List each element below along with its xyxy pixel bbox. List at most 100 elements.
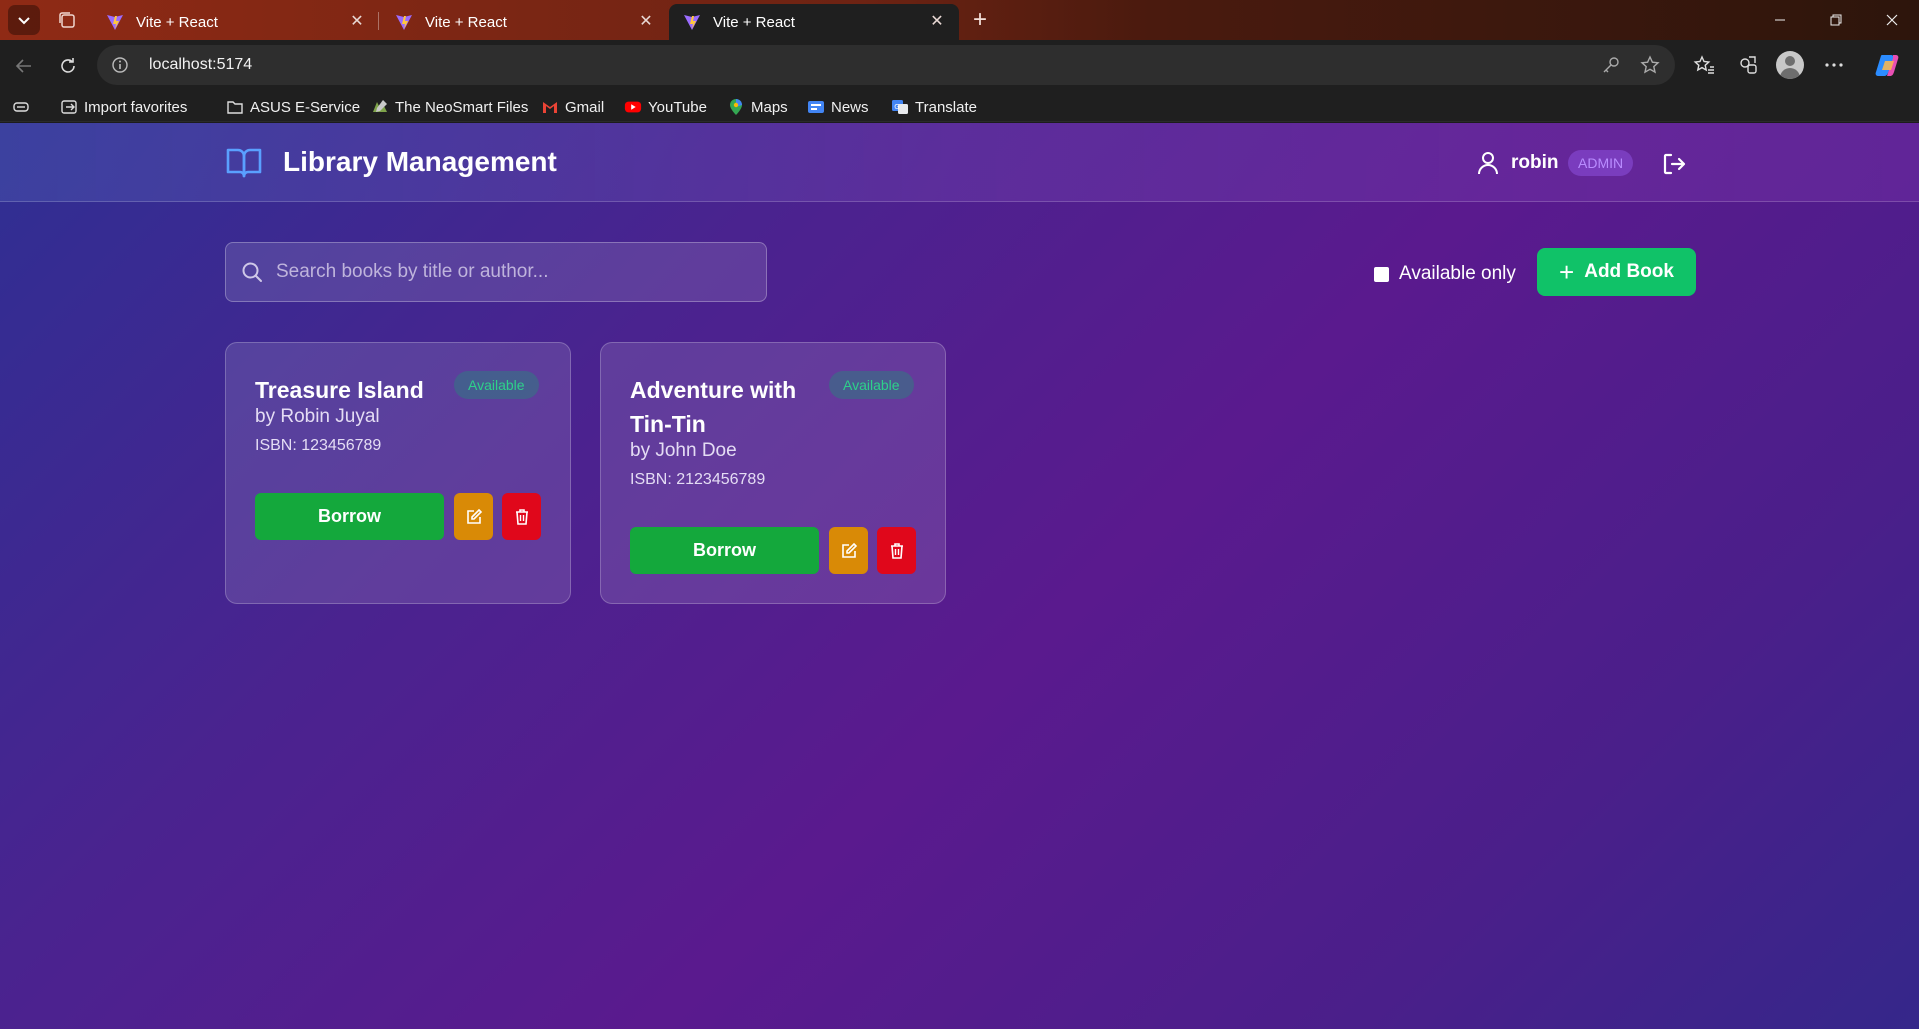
- edit-book-button[interactable]: [829, 527, 868, 574]
- borrow-button[interactable]: Borrow: [255, 493, 444, 540]
- bookmark-news[interactable]: News: [807, 96, 869, 118]
- address-bar[interactable]: localhost:5174: [97, 45, 1675, 85]
- user-icon: [1478, 152, 1498, 175]
- news-icon: [807, 98, 825, 116]
- reload-button[interactable]: [52, 50, 84, 82]
- bookmark-label: The NeoSmart Files: [395, 98, 529, 116]
- favorites-button[interactable]: [1692, 53, 1716, 77]
- bookmark-maps[interactable]: Maps: [727, 96, 788, 118]
- neosmart-icon: [371, 98, 389, 116]
- folder-icon: [226, 98, 244, 116]
- book-title: Adventure with Tin-Tin: [630, 377, 797, 437]
- available-only-label: Available only: [1399, 263, 1516, 284]
- tabs-icon: [59, 12, 75, 28]
- book-isbn: ISBN: 2123456789: [630, 471, 766, 488]
- reload-icon: [61, 58, 75, 73]
- edit-icon: [841, 542, 857, 558]
- availability-badge: Available: [829, 371, 914, 399]
- search-icon: [242, 262, 262, 282]
- tab-strip: Vite + React ✕ Vite + React ✕ Vite + Rea…: [0, 0, 1919, 40]
- vite-icon: [684, 15, 700, 30]
- settings-more-button[interactable]: [1822, 53, 1846, 77]
- close-tab-icon[interactable]: ✕: [349, 14, 365, 30]
- available-only-checkbox[interactable]: [1374, 266, 1389, 282]
- book-card: Adventure with Tin-Tin Available by John…: [600, 342, 946, 604]
- bookmark-label: ASUS E-Service: [250, 98, 361, 116]
- new-tab-button[interactable]: +: [966, 6, 994, 34]
- tab-title: Vite + React: [713, 13, 795, 31]
- delete-book-button[interactable]: [877, 527, 916, 574]
- more-horizontal-icon: [1825, 63, 1843, 67]
- borrow-button[interactable]: Borrow: [630, 527, 819, 574]
- star-icon[interactable]: [1640, 55, 1660, 75]
- edit-icon: [466, 508, 482, 524]
- translate-icon: G: [891, 98, 909, 116]
- available-only-filter[interactable]: Available only: [1374, 263, 1516, 285]
- favorites-bar-toggle[interactable]: [12, 96, 36, 118]
- collections-button[interactable]: [1736, 53, 1760, 77]
- delete-book-button[interactable]: [502, 493, 541, 540]
- close-icon: [1886, 14, 1898, 26]
- close-window-button[interactable]: [1864, 0, 1919, 40]
- trash-icon: [515, 508, 528, 525]
- minimize-button[interactable]: [1752, 0, 1808, 40]
- bookmark-label: Gmail: [565, 98, 605, 116]
- url-text: localhost:5174: [149, 56, 253, 73]
- book-author: by Robin Juyal: [255, 406, 380, 427]
- bookmark-import-favorites[interactable]: Import favorites: [60, 96, 187, 118]
- restore-button[interactable]: [1808, 0, 1864, 40]
- book-card: Treasure Island Available by Robin Juyal…: [225, 342, 571, 604]
- search-input[interactable]: [276, 261, 756, 283]
- minimize-icon: [1775, 19, 1785, 21]
- browser-toolbar: localhost:5174: [0, 40, 1919, 90]
- favorites-bar-icon: [12, 98, 30, 116]
- browser-tab-2[interactable]: Vite + React ✕: [381, 4, 668, 40]
- bookmark-label: Import favorites: [84, 98, 188, 116]
- add-book-label: Add Book: [1584, 261, 1674, 282]
- bookmark-label: Maps: [751, 98, 788, 116]
- restore-icon: [1830, 14, 1842, 26]
- page-viewport: Library Management robin ADMIN Available…: [0, 123, 1919, 1029]
- bookmark-asus-e-service[interactable]: ASUS E-Service: [226, 96, 360, 118]
- logout-icon[interactable]: [1661, 151, 1687, 177]
- app-header: Library Management robin ADMIN: [0, 123, 1919, 202]
- bookmark-translate[interactable]: G Translate: [891, 96, 977, 118]
- role-badge: ADMIN: [1568, 150, 1634, 176]
- gmail-icon: [541, 98, 559, 116]
- close-tab-icon[interactable]: ✕: [929, 14, 945, 30]
- site-info-icon[interactable]: [111, 56, 129, 74]
- bookmark-gmail[interactable]: Gmail: [541, 96, 604, 118]
- app-title: Library Management: [283, 146, 557, 177]
- key-icon[interactable]: [1601, 55, 1621, 75]
- edit-book-button[interactable]: [454, 493, 493, 540]
- vite-icon: [396, 15, 412, 30]
- workspaces-button[interactable]: [52, 5, 82, 35]
- svg-text:G: G: [894, 103, 899, 111]
- add-book-button[interactable]: + Add Book: [1537, 248, 1696, 296]
- import-icon: [60, 98, 78, 116]
- youtube-icon: [624, 98, 642, 116]
- back-button[interactable]: [8, 50, 40, 82]
- copilot-icon: [1875, 55, 1899, 76]
- chevron-down-icon: [18, 17, 30, 25]
- collections-icon: [1740, 56, 1757, 74]
- username: robin: [1511, 152, 1559, 173]
- browser-tab-1[interactable]: Vite + React ✕: [92, 4, 379, 40]
- bookmark-youtube[interactable]: YouTube: [624, 96, 707, 118]
- favorites-bar: Import favorites ASUS E-Service The NeoS…: [0, 90, 1919, 122]
- tab-actions-menu-button[interactable]: [8, 5, 40, 35]
- book-author: by John Doe: [630, 440, 737, 461]
- availability-badge: Available: [454, 371, 539, 399]
- bookmark-neosmart-files[interactable]: The NeoSmart Files: [371, 96, 528, 118]
- copilot-button[interactable]: [1874, 51, 1902, 79]
- book-title: Treasure Island: [255, 377, 424, 403]
- maps-icon: [727, 98, 745, 116]
- vite-icon: [107, 15, 123, 30]
- close-tab-icon[interactable]: ✕: [638, 14, 654, 30]
- browser-tab-3-active[interactable]: Vite + React ✕: [669, 4, 959, 40]
- arrow-left-icon: [15, 59, 31, 73]
- search-field[interactable]: [225, 242, 767, 302]
- bookmark-label: YouTube: [648, 98, 707, 116]
- trash-icon: [890, 542, 903, 559]
- profile-avatar[interactable]: [1776, 51, 1804, 79]
